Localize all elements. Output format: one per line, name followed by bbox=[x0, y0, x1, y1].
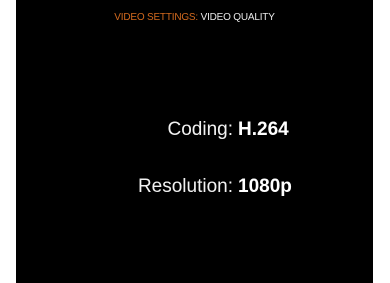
breadcrumb-section[interactable]: VIDEO SETTINGS bbox=[114, 12, 195, 23]
setting-value[interactable]: H.264 bbox=[238, 119, 289, 141]
setting-label: Resolution: bbox=[137, 176, 233, 197]
setting-label: Coding: bbox=[167, 119, 234, 140]
breadcrumb-page: VIDEO QUALITY bbox=[200, 12, 275, 23]
breadcrumb-separator: : bbox=[195, 12, 198, 23]
camera-screen: VIDEO SETTINGS: VIDEO QUALITY Coding: H.… bbox=[16, 0, 373, 283]
setting-value[interactable]: 1080p bbox=[238, 176, 292, 198]
breadcrumb: VIDEO SETTINGS: VIDEO QUALITY bbox=[16, 12, 373, 23]
